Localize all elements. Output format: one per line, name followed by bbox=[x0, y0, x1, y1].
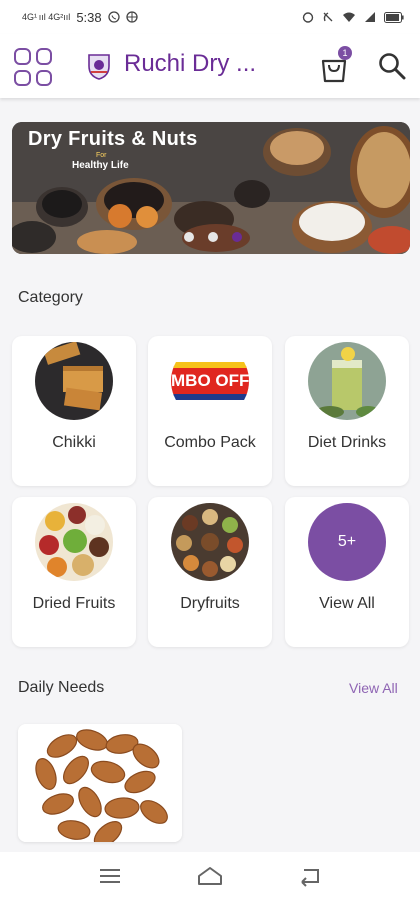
cart-count-badge: 1 bbox=[338, 46, 352, 60]
dryfruits-image bbox=[171, 503, 249, 581]
home-icon[interactable] bbox=[196, 865, 224, 887]
category-label: Combo Pack bbox=[164, 434, 256, 451]
promo-banner[interactable]: Dry Fruits & Nuts For Healthy Life bbox=[12, 122, 410, 254]
volte-icon bbox=[323, 12, 333, 22]
category-section-title: Category bbox=[18, 289, 83, 306]
menu-icon[interactable] bbox=[96, 865, 124, 887]
store-logo bbox=[88, 54, 110, 80]
category-card-chikki[interactable]: Chikki bbox=[12, 336, 136, 486]
product-card[interactable] bbox=[18, 724, 182, 842]
grid-cell bbox=[14, 48, 31, 65]
alarm-icon bbox=[302, 12, 314, 23]
app-title: Ruchi Dry ... bbox=[124, 50, 257, 77]
category-card-dryfruits[interactable]: Dryfruits bbox=[148, 497, 272, 647]
more-categories-badge: 5+ bbox=[308, 503, 386, 581]
wifi-icon bbox=[343, 12, 355, 22]
category-label: Diet Drinks bbox=[307, 434, 387, 451]
grid-cell bbox=[35, 48, 52, 65]
dried-fruits-image bbox=[35, 503, 113, 581]
grid-cell bbox=[35, 69, 52, 86]
status-left: 4G¹ ııl 4G²ııl 5:38 bbox=[22, 10, 138, 25]
app-bar: Ruchi Dry ... 1 bbox=[0, 34, 420, 98]
category-label: View All bbox=[319, 595, 375, 612]
search-icon[interactable] bbox=[378, 52, 406, 80]
category-label: Dried Fruits bbox=[32, 595, 116, 612]
category-card-view-all[interactable]: 5+ View All bbox=[285, 497, 409, 647]
carousel-dot[interactable] bbox=[184, 232, 194, 242]
almonds-image bbox=[18, 724, 182, 842]
carousel-dot[interactable] bbox=[208, 232, 218, 242]
system-nav-bar bbox=[0, 852, 420, 900]
browser-icon bbox=[125, 11, 138, 23]
back-icon[interactable] bbox=[296, 865, 324, 887]
signal-indicator: 4G¹ ııl 4G²ııl bbox=[22, 12, 71, 22]
category-card-combo-pack[interactable]: MBO OFFE Combo Pack bbox=[148, 336, 272, 486]
carousel-dot-active[interactable] bbox=[232, 232, 242, 242]
clock: 5:38 bbox=[76, 9, 102, 25]
combo-image-text: MBO OFFE bbox=[171, 371, 249, 390]
battery-icon bbox=[384, 11, 404, 23]
category-card-diet-drinks[interactable]: Diet Drinks bbox=[285, 336, 409, 486]
signal-icon bbox=[365, 12, 375, 22]
grid-cell bbox=[14, 69, 31, 86]
categories-menu-button[interactable] bbox=[14, 48, 52, 86]
diet-drinks-image bbox=[308, 342, 386, 420]
banner-subtitle: Healthy Life bbox=[72, 160, 129, 171]
category-label: Dryfruits bbox=[180, 595, 240, 612]
whatsapp-icon bbox=[107, 11, 120, 23]
banner-title: Dry Fruits & Nuts bbox=[28, 128, 198, 150]
carousel-indicator bbox=[184, 232, 242, 242]
category-label: Chikki bbox=[52, 434, 96, 451]
status-right bbox=[302, 11, 404, 23]
status-bar: 4G¹ ııl 4G²ııl 5:38 bbox=[0, 0, 420, 34]
category-card-dried-fruits[interactable]: Dried Fruits bbox=[12, 497, 136, 647]
daily-needs-view-all-link[interactable]: View All bbox=[349, 680, 398, 696]
daily-needs-section-title: Daily Needs bbox=[18, 679, 105, 696]
banner-for-text: For bbox=[96, 152, 107, 159]
chikki-image bbox=[35, 342, 113, 420]
